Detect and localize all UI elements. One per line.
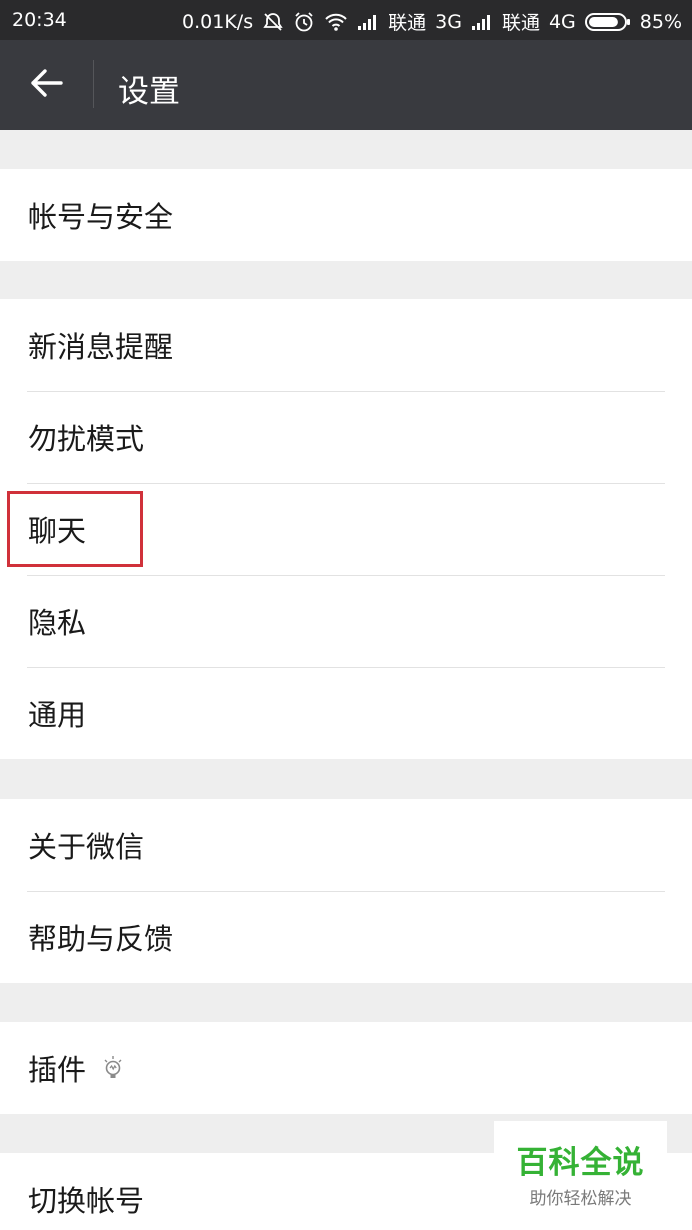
settings-item-label: 新消息提醒	[28, 330, 174, 364]
net-speed: 0.01K/s	[182, 10, 254, 33]
settings-group-about: 关于微信 帮助与反馈	[0, 799, 692, 983]
watermark-title: 百科全说	[516, 1145, 645, 1181]
settings-item-label: 隐私	[28, 606, 87, 640]
settings-item-account-security[interactable]: 帐号与安全	[0, 169, 692, 261]
settings-item-general[interactable]: 通用	[0, 667, 692, 759]
settings-item-about-wechat[interactable]: 关于微信	[0, 799, 692, 891]
highlight-annotation	[7, 491, 143, 567]
settings-item-label: 勿扰模式	[28, 422, 145, 456]
settings-item-label: 通用	[28, 698, 87, 732]
watermark-subtitle: 助你轻松解决	[529, 1189, 632, 1209]
carrier-2: 联通	[501, 12, 540, 34]
network-type-1: 3G	[435, 10, 462, 33]
settings-item-plugins[interactable]: 插件	[0, 1022, 692, 1114]
lightbulb-icon	[102, 1055, 124, 1081]
settings-item-privacy[interactable]: 隐私	[0, 575, 692, 667]
settings-item-label: 切换帐号	[28, 1184, 145, 1218]
page-title: 设置	[118, 74, 180, 110]
settings-group-account: 帐号与安全	[0, 169, 692, 261]
watermark-logo: 百科全说 助你轻松解决	[494, 1121, 667, 1210]
app-bar: 设置	[0, 40, 692, 130]
settings-item-label: 插件	[28, 1053, 87, 1087]
settings-item-label: 帮助与反馈	[28, 922, 174, 956]
wifi-icon	[324, 12, 348, 32]
status-indicators: 0.01K/s 联通 3G 联通 4G 85%	[182, 8, 682, 35]
settings-item-do-not-disturb[interactable]: 勿扰模式	[0, 391, 692, 483]
settings-group-plugins: 插件	[0, 1022, 692, 1114]
status-bar: 20:34 0.01K/s 联通 3G 联通 4G 85%	[0, 0, 692, 40]
app-bar-divider	[93, 60, 94, 108]
battery-percent: 85%	[639, 10, 682, 33]
vibrate-off-icon	[262, 11, 284, 33]
signal-icon-sim2	[471, 13, 493, 31]
settings-item-help-feedback[interactable]: 帮助与反馈	[0, 891, 692, 983]
battery-icon	[584, 12, 631, 32]
settings-item-new-message-alerts[interactable]: 新消息提醒	[0, 299, 692, 391]
carrier-1: 联通	[388, 12, 427, 34]
network-type-2: 4G	[548, 10, 576, 33]
settings-item-label: 关于微信	[28, 830, 145, 864]
alarm-icon	[293, 11, 315, 33]
signal-icon-sim1	[357, 13, 379, 31]
arrow-left-icon	[29, 67, 65, 103]
status-time: 20:34	[12, 9, 67, 31]
back-button[interactable]	[14, 60, 80, 110]
settings-item-label: 帐号与安全	[28, 200, 174, 234]
